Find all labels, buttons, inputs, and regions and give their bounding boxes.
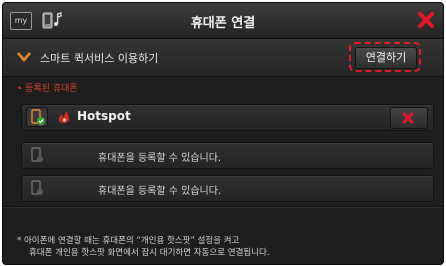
quick-service-row[interactable]: 스마트 퀵서비스 이용하기 연결하기 [3,39,443,77]
hotspot-icon [58,111,70,124]
close-icon[interactable] [416,10,436,30]
window-title: 휴대폰 연결 [190,16,256,31]
empty-slot-text: 휴대폰을 등록할 수 있습니다. [98,153,222,164]
quick-service-label: 스마트 퀵서비스 이용하기 [40,52,159,65]
delete-device-button[interactable] [390,107,428,129]
phone-icon [31,147,43,162]
empty-slot-text: 휴대폰을 등록할 수 있습니다. [98,186,222,197]
device-row-hotspot[interactable]: Hotspot [21,104,434,131]
device-name: Hotspot [77,109,131,123]
connect-button[interactable]: 연결하기 [355,47,417,69]
divider [3,206,443,207]
chevron-down-icon[interactable] [17,51,31,63]
phone-icon[interactable] [26,107,48,127]
notice-text: * 아이폰에 연결할 때는 휴대폰의 “개인용 핫스팟” 설정을 켜고 휴대폰 … [17,235,437,259]
device-row-empty[interactable]: 휴대폰을 등록할 수 있습니다. [21,142,434,169]
connect-button-highlight: 연결하기 [349,42,421,72]
device-row-empty[interactable]: 휴대폰을 등록할 수 있습니다. [21,175,434,202]
notice-line-1: * 아이폰에 연결할 때는 휴대폰의 “개인용 핫스팟” 설정을 켜고 [17,236,240,246]
delete-icon [402,112,414,124]
phone-connect-window: my 휴대폰 연결 스마트 퀵서비스 이용하기 연결하기 • 등록된 휴대폰 H… [2,2,444,265]
phone-icon [31,180,43,195]
notice-line-2: 휴대폰 개인용 핫스팟 화면에서 잠시 대기하면 자동으로 연결됩니다. [29,248,270,258]
title-bar: my 휴대폰 연결 [3,3,443,39]
registered-section-label: • 등록된 휴대폰 [17,84,78,94]
